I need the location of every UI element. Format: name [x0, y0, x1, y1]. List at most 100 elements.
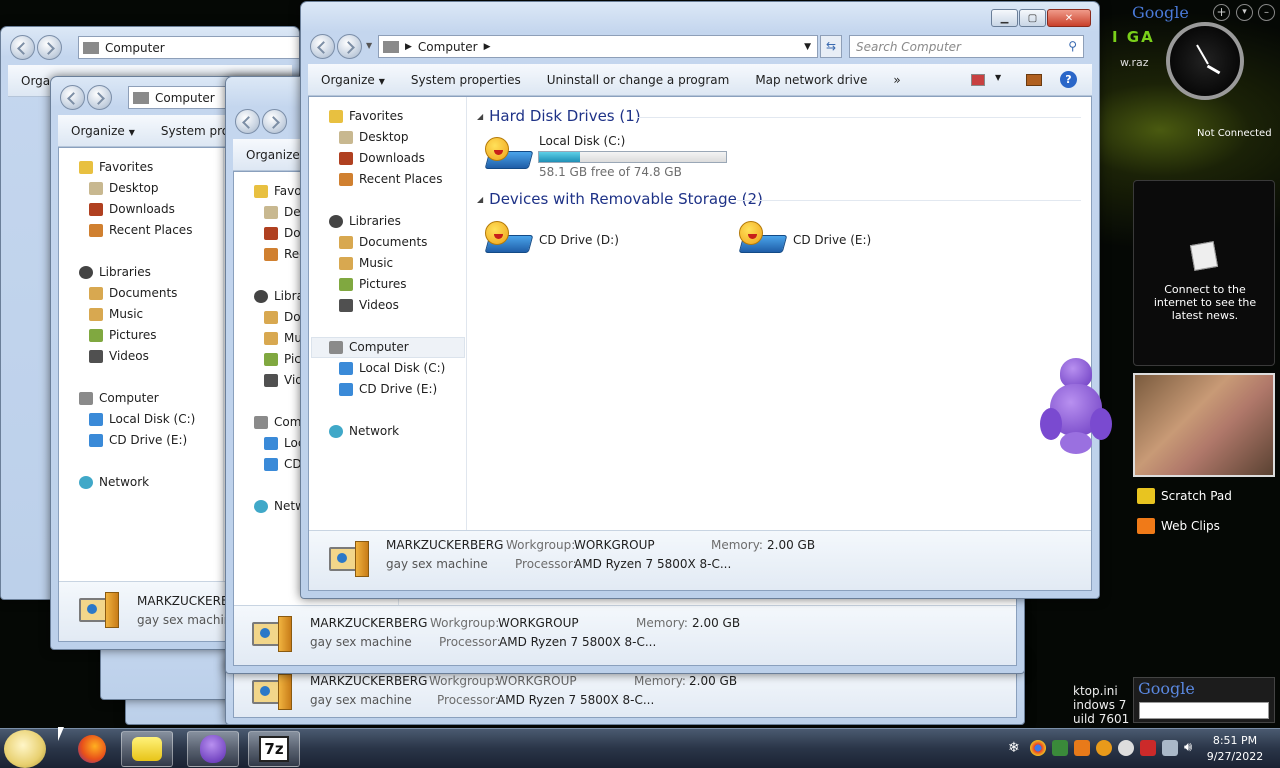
breadcrumb-arrow-icon[interactable]: ▶	[484, 42, 491, 52]
action-center-icon[interactable]	[1140, 740, 1156, 756]
local-disk-c-item[interactable]: Local Disk (C:) 58.1 GB free of 74.8 GB	[484, 133, 745, 179]
nav-cd-drive[interactable]: CD Drive (E:)	[89, 433, 187, 447]
search-input[interactable]: Search Computer ⚲	[849, 35, 1084, 58]
gadget-menu-icon[interactable]: ▾	[1236, 4, 1253, 21]
nav-videos[interactable]: Videos	[89, 349, 149, 363]
nav-network[interactable]: Network	[79, 475, 149, 489]
antivirus-icon[interactable]	[1074, 740, 1090, 756]
search-tray-icon[interactable]	[1096, 740, 1112, 756]
snowflake-icon[interactable]: ❄	[1008, 740, 1024, 756]
nav-recent-places[interactable]: Recent Places	[339, 172, 442, 186]
nav-favorites[interactable]: Favo	[254, 184, 302, 198]
address-bar[interactable]: ▶ Computer ▶ ▼	[378, 35, 818, 58]
recent-pages-dropdown[interactable]: ▼	[366, 41, 372, 50]
nav-network[interactable]: Network	[329, 424, 399, 438]
nav-pictures[interactable]: Pic	[264, 352, 301, 366]
network-tray-icon[interactable]	[1162, 740, 1178, 756]
firefox-taskbar-button[interactable]	[66, 731, 118, 767]
computer-explorer-window[interactable]: ▁ ▢ ✕ ▼ ▶ Computer ▶ ▼ ⇆ Search Computer…	[300, 1, 1100, 599]
nav-libraries[interactable]: Libraries	[329, 214, 401, 228]
nav-music[interactable]: Music	[339, 256, 393, 270]
messenger-icon[interactable]	[1118, 740, 1134, 756]
forward-button[interactable]	[262, 109, 287, 134]
chrome-icon[interactable]	[1030, 740, 1046, 756]
nav-documents[interactable]: Do	[264, 310, 301, 324]
news-gadget[interactable]: Connect to the internet to see the lates…	[1133, 180, 1275, 366]
view-options-icon[interactable]	[971, 74, 985, 86]
collapse-arrow-icon[interactable]: ◢	[477, 195, 483, 204]
nav-local-disk[interactable]: Local Disk (C:)	[339, 361, 445, 375]
nav-local-disk[interactable]: Local Disk (C:)	[89, 412, 195, 426]
nav-documents[interactable]: Documents	[89, 286, 177, 300]
nav-downloads[interactable]: Downloads	[89, 202, 175, 216]
search-icon[interactable]: ⚲	[1068, 39, 1077, 53]
nav-downloads[interactable]: Downloads	[339, 151, 425, 165]
nav-pictures[interactable]: Pictures	[339, 277, 407, 291]
organize-menu[interactable]: Organize ▼	[58, 124, 148, 138]
preview-pane-icon[interactable]	[1026, 74, 1042, 86]
nav-favorites[interactable]: Favorites	[329, 109, 403, 123]
nav-libraries[interactable]: Libra	[254, 289, 304, 303]
nav-videos[interactable]: Vid	[264, 373, 303, 387]
nav-videos[interactable]: Videos	[339, 298, 399, 312]
removable-group-header[interactable]: ◢ Devices with Removable Storage (2)	[477, 190, 763, 208]
breadcrumb-arrow-icon[interactable]: ▶	[405, 42, 412, 52]
explorer-taskbar-button[interactable]	[121, 731, 173, 767]
nav-cd-drive[interactable]: CD	[264, 457, 302, 471]
nav-computer[interactable]: Com	[254, 415, 301, 429]
bonzi-taskbar-button[interactable]	[187, 731, 239, 767]
help-icon[interactable]: ?	[1060, 71, 1077, 88]
purple-gorilla-assistant[interactable]	[1040, 358, 1112, 458]
refresh-button[interactable]: ⇆	[820, 35, 842, 58]
back-button[interactable]	[10, 35, 35, 60]
nav-desktop[interactable]: Desktop	[89, 181, 159, 195]
collapse-arrow-icon[interactable]: ◢	[477, 112, 483, 121]
minimize-button[interactable]: ▁	[991, 9, 1018, 27]
nav-pictures[interactable]: Pictures	[89, 328, 157, 342]
web-clips-button[interactable]: Web Clips	[1133, 513, 1275, 539]
map-network-drive-button[interactable]: Map network drive	[742, 73, 880, 87]
cd-drive-d-item[interactable]: CD Drive (D:)	[484, 221, 685, 261]
nav-cd-drive[interactable]: CD Drive (E:)	[339, 382, 437, 396]
google-search-input[interactable]	[1139, 702, 1269, 719]
nav-music[interactable]: Mu	[264, 331, 302, 345]
back-button[interactable]	[235, 109, 260, 134]
gadget-minimize-icon[interactable]: –	[1258, 4, 1275, 21]
back-button[interactable]	[310, 34, 335, 59]
nav-computer[interactable]: Computer	[329, 340, 409, 354]
nav-downloads[interactable]: Do	[264, 226, 301, 240]
nav-network[interactable]: Netw	[254, 499, 305, 513]
scratch-pad-button[interactable]: Scratch Pad	[1133, 483, 1275, 509]
7zip-taskbar-button[interactable]: 7z	[248, 731, 300, 767]
more-commands-button[interactable]: »	[880, 73, 913, 87]
nav-local-disk[interactable]: Loc	[264, 436, 304, 450]
start-button[interactable]	[4, 730, 46, 768]
app-tray-icon[interactable]	[1052, 740, 1068, 756]
slideshow-gadget[interactable]	[1133, 373, 1275, 477]
nav-favorites[interactable]: Favorites	[79, 160, 153, 174]
view-dropdown-icon[interactable]: ▼	[995, 73, 1001, 82]
forward-button[interactable]	[87, 85, 112, 110]
hard-disk-group-header[interactable]: ◢ Hard Disk Drives (1)	[477, 107, 641, 125]
forward-button[interactable]	[37, 35, 62, 60]
nav-music[interactable]: Music	[89, 307, 143, 321]
nav-libraries[interactable]: Libraries	[79, 265, 151, 279]
gadget-add-icon[interactable]: +	[1213, 4, 1230, 21]
nav-documents[interactable]: Documents	[339, 235, 427, 249]
forward-button[interactable]	[337, 34, 362, 59]
system-properties-button[interactable]: System properties	[398, 73, 534, 87]
taskbar-clock[interactable]: 8:51 PM 9/27/2022	[1200, 733, 1270, 765]
nav-computer[interactable]: Computer	[79, 391, 159, 405]
nav-recent-places[interactable]: Recent Places	[89, 223, 192, 237]
uninstall-program-button[interactable]: Uninstall or change a program	[534, 73, 743, 87]
volume-icon[interactable]: 🔊︎	[1184, 740, 1200, 756]
organize-menu[interactable]: Organize ▼	[308, 73, 398, 87]
cd-drive-e-item[interactable]: CD Drive (E:)	[738, 221, 939, 261]
nav-desktop[interactable]: Desktop	[339, 130, 409, 144]
close-button[interactable]: ✕	[1047, 9, 1091, 27]
maximize-button[interactable]: ▢	[1019, 9, 1046, 27]
address-dropdown-icon[interactable]: ▼	[804, 42, 811, 52]
address-text[interactable]: Computer	[418, 40, 478, 54]
back-button[interactable]	[60, 85, 85, 110]
address-bar[interactable]: Computer	[78, 36, 299, 59]
